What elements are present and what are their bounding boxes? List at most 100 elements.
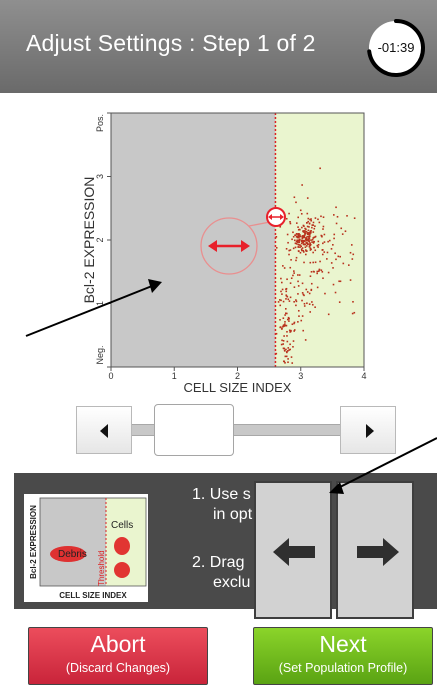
data-point xyxy=(310,271,313,273)
data-point xyxy=(295,299,297,301)
scatter-plot[interactable]: 01234 Neg.123Pos. CELL SIZE INDEX Bcl-2 … xyxy=(0,93,437,403)
data-point xyxy=(298,241,301,244)
data-point xyxy=(312,231,315,233)
data-point xyxy=(292,346,294,348)
data-point xyxy=(300,240,303,243)
data-point xyxy=(286,340,289,343)
data-point xyxy=(306,222,308,224)
data-point xyxy=(312,261,315,264)
move-threshold-right-button[interactable] xyxy=(336,481,414,619)
data-point xyxy=(293,322,295,325)
data-point xyxy=(349,251,352,254)
data-point xyxy=(312,251,314,254)
data-point xyxy=(301,315,304,317)
data-point xyxy=(321,253,324,256)
data-point xyxy=(292,235,295,238)
slider-increase-button[interactable] xyxy=(340,406,396,454)
data-point xyxy=(338,301,341,303)
data-point xyxy=(286,335,288,337)
data-point xyxy=(333,237,335,240)
data-point xyxy=(313,271,315,273)
data-point xyxy=(346,215,348,217)
next-sublabel: (Set Population Profile) xyxy=(278,661,408,675)
x-axis-ticks: 01234 xyxy=(108,367,367,381)
data-point xyxy=(289,296,292,299)
data-point xyxy=(310,282,313,285)
data-point xyxy=(306,245,308,247)
data-point xyxy=(286,350,289,352)
x-axis-label: CELL SIZE INDEX xyxy=(184,380,292,395)
instruction-step-2: 2. Drag exclu xyxy=(192,554,251,591)
data-point xyxy=(301,184,303,186)
move-threshold-left-button[interactable] xyxy=(254,481,332,619)
data-point xyxy=(352,300,354,303)
data-point xyxy=(340,227,343,230)
data-point xyxy=(311,301,313,303)
data-point xyxy=(339,255,341,258)
data-point xyxy=(327,313,330,316)
arrow-right-icon xyxy=(357,538,399,566)
next-button[interactable]: Next (Set Population Profile) xyxy=(253,627,433,685)
caret-left-icon xyxy=(100,424,108,438)
data-point xyxy=(283,347,286,350)
data-point xyxy=(312,242,315,244)
data-point xyxy=(306,239,308,241)
data-point xyxy=(323,241,326,243)
data-point xyxy=(301,226,303,229)
data-point xyxy=(295,222,298,224)
data-point xyxy=(293,270,295,272)
data-point xyxy=(312,221,315,224)
data-point xyxy=(308,303,311,305)
data-point xyxy=(306,235,308,238)
data-point xyxy=(309,247,312,249)
data-point xyxy=(314,217,317,219)
data-point xyxy=(309,261,312,264)
data-point xyxy=(301,282,304,285)
data-point xyxy=(287,358,289,360)
data-point xyxy=(297,235,299,238)
x-tick-label: 3 xyxy=(298,371,303,381)
slider-decrease-button[interactable] xyxy=(76,406,132,454)
data-point xyxy=(288,212,290,215)
data-point xyxy=(301,299,303,302)
data-point xyxy=(285,247,288,250)
data-point xyxy=(322,242,324,245)
x-tick-label: 4 xyxy=(361,371,366,381)
data-point xyxy=(339,280,342,283)
data-point xyxy=(351,258,354,260)
data-point xyxy=(324,292,326,295)
data-point xyxy=(311,241,313,243)
slider-thumb[interactable] xyxy=(153,404,234,456)
x-tick-label: 1 xyxy=(172,371,177,381)
cells-blob-2 xyxy=(114,562,130,578)
data-point xyxy=(307,239,310,241)
data-point xyxy=(293,239,296,242)
data-point xyxy=(310,289,313,292)
data-point xyxy=(303,302,306,305)
data-point xyxy=(327,271,330,274)
data-point xyxy=(353,217,356,219)
data-point xyxy=(295,256,298,259)
data-point xyxy=(304,243,306,246)
data-point xyxy=(308,240,311,243)
data-point xyxy=(286,278,288,281)
data-point xyxy=(293,301,295,303)
y-tick-label: Neg. xyxy=(95,345,105,364)
data-point xyxy=(333,233,336,236)
data-point xyxy=(284,321,286,323)
data-point xyxy=(282,300,285,303)
data-point xyxy=(284,362,286,364)
data-point xyxy=(353,311,356,314)
data-point xyxy=(283,267,286,269)
threshold-handle-icon[interactable] xyxy=(266,207,286,227)
data-point xyxy=(305,249,307,251)
data-point xyxy=(298,274,301,276)
data-point xyxy=(309,218,311,221)
data-point xyxy=(307,217,310,220)
data-point xyxy=(302,251,305,253)
data-point xyxy=(341,233,344,235)
cells-region xyxy=(275,113,364,367)
data-point xyxy=(309,244,312,247)
abort-button[interactable]: Abort (Discard Changes) xyxy=(28,627,208,685)
data-point xyxy=(322,225,325,228)
